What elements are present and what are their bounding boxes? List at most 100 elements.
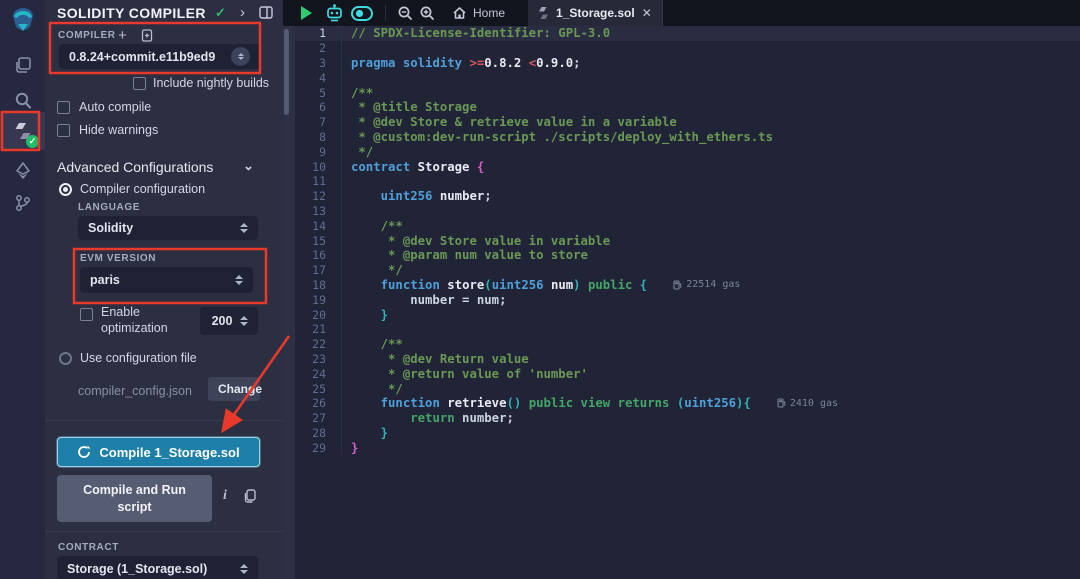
code-text[interactable]	[341, 174, 351, 189]
line-number[interactable]: 10	[295, 160, 341, 174]
line-number[interactable]: 18	[295, 278, 341, 292]
code-line[interactable]: 5/**	[295, 85, 1080, 100]
code-text[interactable]: /**	[341, 218, 403, 233]
panel-scrollbar[interactable]	[284, 29, 289, 115]
compiler-configuration-radio[interactable]	[59, 183, 72, 196]
line-number[interactable]: 5	[295, 86, 341, 100]
copy-icon[interactable]	[243, 489, 256, 508]
line-number[interactable]: 29	[295, 441, 341, 455]
code-line[interactable]: 22 /**	[295, 337, 1080, 352]
sidebar-item-git[interactable]	[0, 184, 45, 222]
code-text[interactable]: * @dev Store & retrieve value in a varia…	[341, 115, 677, 130]
code-line[interactable]: 29}	[295, 440, 1080, 455]
code-line[interactable]: 17 */	[295, 263, 1080, 278]
code-text[interactable]: */	[341, 381, 403, 396]
code-line[interactable]: 27 return number;	[295, 411, 1080, 426]
code-line[interactable]: 26 function retrieve() public view retur…	[295, 396, 1080, 411]
line-number[interactable]: 25	[295, 382, 341, 396]
line-number[interactable]: 1	[295, 26, 341, 40]
code-text[interactable]: pragma solidity >=0.8.2 <0.9.0;	[341, 56, 581, 71]
code-text[interactable]: /**	[341, 337, 403, 352]
code-text[interactable]: }	[341, 307, 388, 322]
code-text[interactable]: contract Storage {	[341, 159, 484, 174]
code-line[interactable]: 18 function store(uint256 num) public {2…	[295, 278, 1080, 293]
line-number[interactable]: 15	[295, 234, 341, 248]
info-icon[interactable]: i	[223, 489, 227, 503]
code-line[interactable]: 10contract Storage {	[295, 159, 1080, 174]
add-compiler-icon[interactable]: +	[118, 28, 127, 43]
line-number[interactable]: 28	[295, 426, 341, 440]
code-text[interactable]: function store(uint256 num) public {2251…	[341, 278, 740, 293]
code-line[interactable]: 4	[295, 70, 1080, 85]
line-number[interactable]: 2	[295, 41, 341, 55]
code-line[interactable]: 6 * @title Storage	[295, 100, 1080, 115]
tab-1-storage-sol[interactable]: 1_Storage.sol ✕	[528, 0, 663, 26]
code-text[interactable]: */	[341, 144, 373, 159]
evm-version-select[interactable]: paris	[80, 267, 253, 293]
code-line[interactable]: 28 }	[295, 426, 1080, 441]
code-text[interactable]	[341, 70, 351, 85]
code-line[interactable]: 23 * @dev Return value	[295, 352, 1080, 367]
code-text[interactable]: */	[341, 263, 403, 278]
auto-compile-checkbox[interactable]	[57, 101, 70, 114]
code-line[interactable]: 8 * @custom:dev-run-script ./scripts/dep…	[295, 130, 1080, 145]
line-number[interactable]: 24	[295, 367, 341, 381]
line-number[interactable]: 12	[295, 189, 341, 203]
code-editor[interactable]: 1// SPDX-License-Identifier: GPL-3.023pr…	[295, 26, 1080, 579]
sidebar-item-solidity-compiler[interactable]: ✓	[0, 112, 45, 150]
line-number[interactable]: 23	[295, 352, 341, 366]
ai-assistant-button[interactable]	[321, 0, 347, 26]
zoom-in-button[interactable]	[416, 0, 438, 26]
compiler-version-select[interactable]: 0.8.24+commit.e11b9ed9	[59, 44, 260, 69]
language-select[interactable]: Solidity	[78, 216, 258, 240]
panel-resize-handle[interactable]	[283, 0, 295, 579]
line-number[interactable]: 4	[295, 71, 341, 85]
line-number[interactable]: 19	[295, 293, 341, 307]
code-text[interactable]: * @custom:dev-run-script ./scripts/deplo…	[341, 130, 773, 145]
code-text[interactable]: /**	[341, 85, 373, 100]
line-number[interactable]: 7	[295, 115, 341, 129]
line-number[interactable]: 21	[295, 322, 341, 336]
line-number[interactable]: 17	[295, 263, 341, 277]
optimization-runs-input[interactable]: 200	[200, 307, 258, 335]
line-number[interactable]: 9	[295, 145, 341, 159]
line-number[interactable]: 13	[295, 204, 341, 218]
run-script-button[interactable]	[291, 0, 321, 26]
line-number[interactable]: 20	[295, 308, 341, 322]
code-text[interactable]: * @dev Store value in variable	[341, 233, 610, 248]
line-number[interactable]: 16	[295, 248, 341, 262]
code-text[interactable]: }	[341, 426, 388, 441]
code-line[interactable]: 1// SPDX-License-Identifier: GPL-3.0	[295, 26, 1080, 41]
code-line[interactable]: 25 */	[295, 381, 1080, 396]
use-configuration-file-radio[interactable]	[59, 352, 72, 365]
code-text[interactable]	[341, 322, 351, 337]
code-line[interactable]: 2	[295, 41, 1080, 56]
code-line[interactable]: 3pragma solidity >=0.8.2 <0.9.0;	[295, 56, 1080, 71]
code-text[interactable]: // SPDX-License-Identifier: GPL-3.0	[341, 26, 610, 41]
remix-logo[interactable]	[0, 3, 45, 37]
advanced-configurations-title[interactable]: Advanced Configurations	[57, 159, 213, 175]
code-text[interactable]: function retrieve() public view returns …	[341, 396, 838, 411]
code-line[interactable]: 20 }	[295, 307, 1080, 322]
chevron-down-icon[interactable]: ⌄	[243, 158, 254, 174]
compile-button[interactable]: Compile 1_Storage.sol	[57, 437, 260, 467]
code-line[interactable]: 12 uint256 number;	[295, 189, 1080, 204]
tab-home[interactable]: Home	[452, 0, 505, 26]
code-line[interactable]: 19 number = num;	[295, 292, 1080, 307]
line-number[interactable]: 22	[295, 337, 341, 351]
line-number[interactable]: 8	[295, 130, 341, 144]
sidebar-item-file-explorer[interactable]	[0, 46, 45, 84]
code-text[interactable]: * @return value of 'number'	[341, 366, 588, 381]
code-text[interactable]: * @title Storage	[341, 100, 477, 115]
code-text[interactable]: number = num;	[341, 292, 506, 307]
code-line[interactable]: 21	[295, 322, 1080, 337]
code-line[interactable]: 9 */	[295, 144, 1080, 159]
enable-optimization-checkbox[interactable]	[80, 308, 93, 321]
code-line[interactable]: 15 * @dev Store value in variable	[295, 233, 1080, 248]
change-config-button[interactable]: Change	[208, 377, 260, 401]
line-number[interactable]: 11	[295, 174, 341, 188]
zoom-out-button[interactable]	[394, 0, 416, 26]
code-text[interactable]: * @param num value to store	[341, 248, 588, 263]
code-text[interactable]: uint256 number;	[341, 189, 492, 204]
code-text[interactable]	[341, 41, 351, 56]
